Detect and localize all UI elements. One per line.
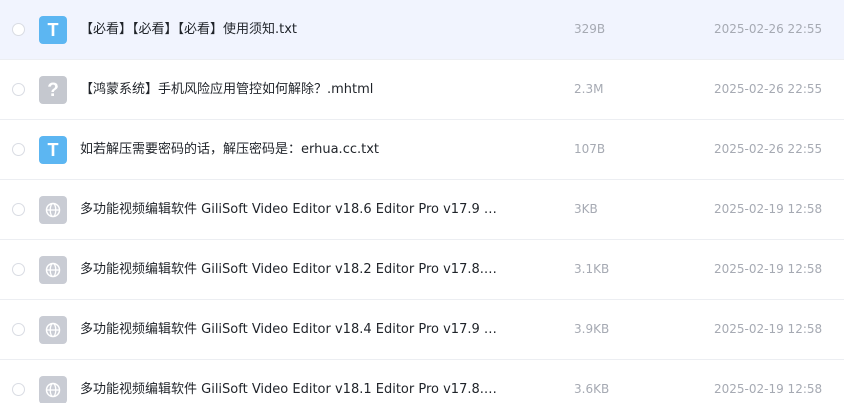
- file-name[interactable]: 如若解压需要密码的话，解压密码是：erhua.cc.txt: [80, 120, 500, 179]
- unknown-file-icon: ?: [39, 76, 67, 104]
- file-name[interactable]: 多功能视频编辑软件 GiliSoft Video Editor v18.1 Ed…: [80, 360, 500, 403]
- select-radio[interactable]: [12, 203, 25, 216]
- file-name[interactable]: 【必看】【必看】【必看】使用须知.txt: [80, 0, 500, 59]
- file-size: 3.9KB: [574, 322, 610, 336]
- file-row[interactable]: T 如若解压需要密码的话，解压密码是：erhua.cc.txt 107B 202…: [0, 120, 844, 180]
- file-row[interactable]: 多功能视频编辑软件 GiliSoft Video Editor v18.2 Ed…: [0, 240, 844, 300]
- globe-icon: [45, 262, 61, 278]
- file-name[interactable]: 多功能视频编辑软件 GiliSoft Video Editor v18.2 Ed…: [80, 240, 500, 299]
- file-size: 2.3M: [574, 82, 604, 96]
- select-radio[interactable]: [12, 83, 25, 96]
- file-size: 3.1KB: [574, 262, 610, 276]
- web-file-icon: [39, 196, 67, 224]
- file-size: 107B: [574, 142, 606, 156]
- globe-icon: [45, 382, 61, 398]
- txt-file-icon: T: [39, 16, 67, 44]
- file-date: 2025-02-26 22:55: [714, 22, 823, 36]
- file-list: T 【必看】【必看】【必看】使用须知.txt 329B 2025-02-26 2…: [0, 0, 844, 403]
- file-name[interactable]: 【鸿蒙系统】手机风险应用管控如何解除？.mhtml: [80, 60, 500, 119]
- file-date: 2025-02-19 12:58: [714, 382, 823, 396]
- select-radio[interactable]: [12, 323, 25, 336]
- file-row[interactable]: 多功能视频编辑软件 GiliSoft Video Editor v18.6 Ed…: [0, 180, 844, 240]
- select-radio[interactable]: [12, 383, 25, 396]
- globe-icon: [45, 202, 61, 218]
- file-size: 3.6KB: [574, 382, 610, 396]
- file-date: 2025-02-19 12:58: [714, 262, 823, 276]
- file-date: 2025-02-19 12:58: [714, 322, 823, 336]
- web-file-icon: [39, 316, 67, 344]
- globe-icon: [45, 322, 61, 338]
- file-name[interactable]: 多功能视频编辑软件 GiliSoft Video Editor v18.4 Ed…: [80, 300, 500, 359]
- file-row[interactable]: 多功能视频编辑软件 GiliSoft Video Editor v18.1 Ed…: [0, 360, 844, 403]
- select-radio[interactable]: [12, 143, 25, 156]
- file-row[interactable]: T 【必看】【必看】【必看】使用须知.txt 329B 2025-02-26 2…: [0, 0, 844, 60]
- file-row[interactable]: ? 【鸿蒙系统】手机风险应用管控如何解除？.mhtml 2.3M 2025-02…: [0, 60, 844, 120]
- file-row[interactable]: 多功能视频编辑软件 GiliSoft Video Editor v18.4 Ed…: [0, 300, 844, 360]
- file-size: 3KB: [574, 202, 598, 216]
- txt-file-icon: T: [39, 136, 67, 164]
- file-name[interactable]: 多功能视频编辑软件 GiliSoft Video Editor v18.6 Ed…: [80, 180, 500, 239]
- select-radio[interactable]: [12, 23, 25, 36]
- web-file-icon: [39, 376, 67, 403]
- select-radio[interactable]: [12, 263, 25, 276]
- file-date: 2025-02-26 22:55: [714, 142, 823, 156]
- file-date: 2025-02-19 12:58: [714, 202, 823, 216]
- file-date: 2025-02-26 22:55: [714, 82, 823, 96]
- file-size: 329B: [574, 22, 606, 36]
- web-file-icon: [39, 256, 67, 284]
